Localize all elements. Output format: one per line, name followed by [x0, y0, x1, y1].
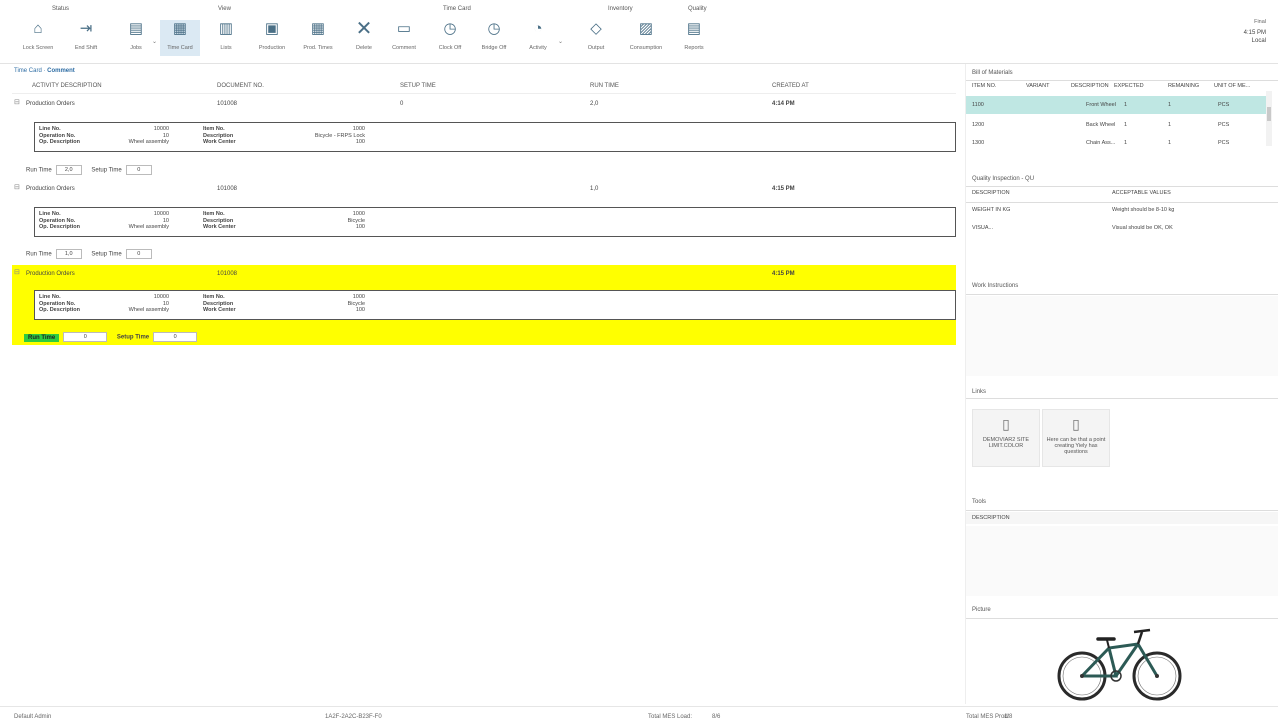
table-row[interactable]: 1300 Chain Ass... 1 1 PCS: [966, 134, 1269, 152]
chevron-down-icon[interactable]: ⌄: [152, 38, 157, 45]
clock-off-button[interactable]: ◷ Clock Off: [430, 20, 470, 56]
time-inputs: Run Time 2,0 Setup Time 0: [26, 165, 160, 175]
run-time-input[interactable]: 0: [63, 332, 108, 342]
comment-button[interactable]: ▭ Comment: [384, 20, 424, 56]
group-status: Status: [52, 6, 70, 12]
breadcrumb-time-card[interactable]: Time Card: [14, 68, 42, 74]
operation-card: Line No. Operation No. Op. Description 100…: [34, 207, 956, 237]
status-prod-value: 1/8: [1004, 714, 1013, 720]
collapse-icon[interactable]: ⊟: [14, 183, 20, 191]
exit-icon: ⇥: [79, 20, 93, 37]
group-quality: Quality: [688, 6, 707, 12]
chevron-down-icon[interactable]: ⌄: [558, 38, 563, 45]
card-icon: ▦: [172, 20, 188, 37]
time-card-button[interactable]: ▦ Time Card: [160, 20, 200, 56]
table-row[interactable]: WEIGHT IN KG Weight should be 8-10 kg: [966, 207, 1278, 221]
setup-time-input[interactable]: 0: [125, 249, 152, 259]
col-document[interactable]: DOCUMENT NO.: [217, 83, 264, 89]
table-row[interactable]: ⊟ Production Orders 101008 0 2,0 4:14 PM: [12, 96, 956, 114]
lock-screen-button[interactable]: ⌂ Lock Screen: [18, 20, 58, 56]
tag-icon: ◇: [590, 20, 602, 37]
bridge-off-button[interactable]: ◷ Bridge Off: [474, 20, 514, 56]
operation-card: Line No. Operation No. Op. Description 100…: [34, 122, 956, 152]
setup-time-input[interactable]: 0: [125, 165, 152, 175]
prod-times-button[interactable]: ▦ Prod. Times: [298, 20, 338, 56]
group-view: View: [218, 6, 231, 12]
bom-scrollbar[interactable]: [1266, 91, 1272, 146]
status-load-value: 8/6: [712, 714, 721, 720]
collapse-icon[interactable]: ⊟: [14, 268, 20, 276]
list-header: ACTIVITY DESCRIPTION DOCUMENT NO. SETUP …: [12, 80, 956, 94]
activity-button[interactable]: ◔ Activity: [518, 20, 558, 56]
time-card-list: ACTIVITY DESCRIPTION DOCUMENT NO. SETUP …: [12, 80, 956, 702]
table-icon: ▦: [310, 20, 326, 37]
bom-header: ITEM NO. VARIANT DESCRIPTION EXPECTED RE…: [972, 83, 1251, 89]
breadcrumb-comment[interactable]: Comment: [47, 68, 75, 74]
bom-title: Bill of Materials: [972, 70, 1013, 76]
table-row[interactable]: VISUA... Visual should be OK, OK: [966, 225, 1278, 239]
document-icon: ▤: [128, 20, 144, 37]
time-inputs: Run Time 1,0 Setup Time 0: [26, 249, 160, 259]
picture-title: Picture: [972, 607, 991, 613]
lists-button[interactable]: ▥ Lists: [206, 20, 246, 56]
table-row[interactable]: 1100 Front Wheel 1 1 PCS: [966, 96, 1269, 114]
table-row[interactable]: ⊟ Production Orders 101008 1,0 4:15 PM: [12, 181, 956, 199]
jobs-button[interactable]: ▤ Jobs: [116, 20, 156, 56]
status-load-label: Total MES Load:: [648, 714, 693, 720]
col-setup[interactable]: SETUP TIME: [400, 83, 436, 89]
clock-icon: ◷: [487, 20, 501, 37]
report-icon: ▤: [686, 20, 702, 37]
work-instructions-title: Work Instructions: [972, 283, 1019, 289]
end-shift-button[interactable]: ⇥ End Shift: [66, 20, 106, 56]
document-icon: ▯: [1072, 416, 1080, 432]
work-instructions-area: [966, 296, 1278, 376]
col-activity[interactable]: ACTIVITY DESCRIPTION: [32, 83, 102, 89]
final-status: Final 4:15 PM Local: [1243, 19, 1266, 44]
status-code: 1A2F-2A2C-B23F-F0: [325, 714, 382, 720]
list-icon: ▥: [218, 20, 234, 37]
close-icon: ✕: [355, 18, 373, 40]
consumption-button[interactable]: ▨ Consumption: [626, 20, 666, 56]
boxes-icon: ▨: [638, 20, 654, 37]
quality-header: DESCRIPTION ACCEPTABLE VALUES: [972, 190, 1171, 196]
group-time-card: Time Card: [443, 6, 471, 12]
time-inputs: Run Time 0 Setup Time 0: [24, 332, 205, 342]
tools-area: [966, 526, 1278, 596]
production-button[interactable]: ▣ Production: [252, 20, 292, 56]
status-user: Default Admin: [14, 714, 52, 720]
status-bar: Default Admin 1A2F-2A2C-B23F-F0 Total ME…: [0, 706, 1278, 727]
run-time-input[interactable]: 1,0: [55, 249, 82, 259]
output-button[interactable]: ◇ Output: [576, 20, 616, 56]
link-document[interactable]: ▯ DEMOVIAR2 SITE LIMIT.COLOR: [972, 409, 1040, 467]
links-title: Links: [972, 389, 987, 395]
col-created[interactable]: CREATED AT: [772, 83, 809, 89]
tools-header: DESCRIPTION: [966, 512, 1278, 524]
run-time-input[interactable]: 2,0: [55, 165, 82, 175]
printer-icon: ▣: [264, 20, 280, 37]
setup-time-input[interactable]: 0: [153, 332, 198, 342]
timer-icon: ◔: [533, 20, 543, 37]
status-prod-label: Total MES Prod:: [966, 714, 1010, 720]
group-inventory: Inventory: [608, 6, 633, 12]
breadcrumb: Time Card · Comment: [14, 68, 75, 74]
lock-icon: ⌂: [33, 20, 43, 37]
tools-title: Tools: [972, 499, 987, 505]
table-row[interactable]: ⊟ Production Orders 101008 4:15 PM: [12, 266, 956, 284]
bicycle-picture: [1057, 628, 1182, 701]
right-panel: Bill of Materials ITEM NO. VARIANT DESCR…: [965, 64, 1278, 704]
table-row[interactable]: 1200 Back Wheel 1 1 PCS: [966, 116, 1269, 134]
col-run[interactable]: RUN TIME: [590, 83, 619, 89]
reports-button[interactable]: ▤ Reports: [674, 20, 714, 56]
ribbon: Status View Time Card Inventory Quality …: [0, 0, 1278, 64]
quality-title: Quality Inspection - QU: [972, 176, 1035, 182]
comment-icon: ▭: [396, 20, 412, 37]
document-icon: ▯: [1002, 416, 1010, 432]
collapse-icon[interactable]: ⊟: [14, 98, 20, 106]
clock-icon: ◷: [443, 20, 457, 37]
operation-card: Line No. Operation No. Op. Description 100…: [34, 290, 956, 320]
delete-button[interactable]: ✕ Delete: [344, 18, 384, 56]
link-document[interactable]: ▯ Here can be that a point creating Yiel…: [1042, 409, 1110, 467]
